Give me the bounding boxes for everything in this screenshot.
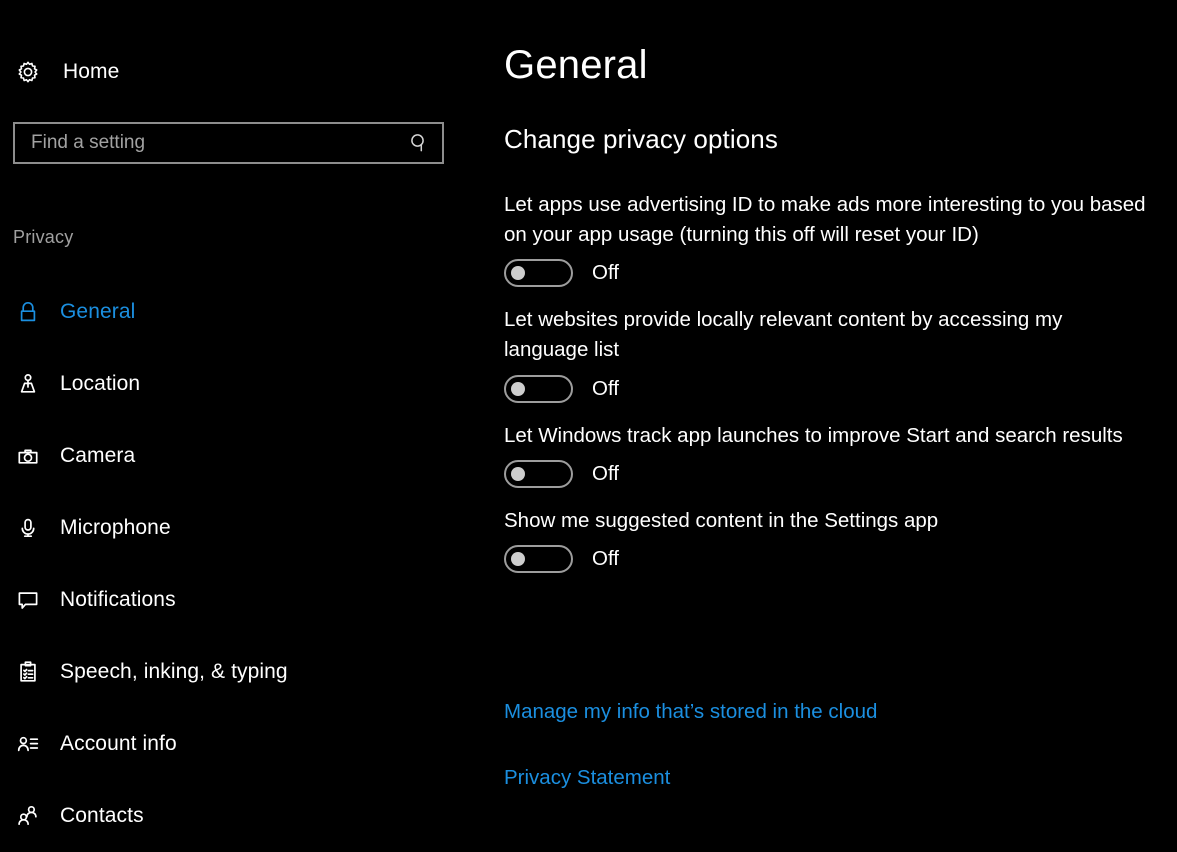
sidebar-item-location[interactable]: Location: [0, 348, 470, 420]
search-icon[interactable]: [402, 132, 436, 154]
toggle-state-label: Off: [592, 377, 619, 401]
toggle-row: Off: [504, 460, 1164, 488]
speech-bubble-icon: [11, 583, 45, 617]
contacts-icon: [11, 799, 45, 833]
toggle-language-list[interactable]: [504, 375, 573, 403]
setting-label: Let Windows track app launches to improv…: [504, 421, 1149, 451]
toggle-state-label: Off: [592, 462, 619, 486]
toggle-advertising-id[interactable]: [504, 259, 573, 287]
settings-window: Home Privacy General: [0, 0, 1177, 835]
link-privacy-statement[interactable]: Privacy Statement: [504, 766, 877, 790]
page-title: General: [504, 45, 648, 85]
section-title: Change privacy options: [504, 126, 778, 152]
links-section: Manage my info that’s stored in the clou…: [504, 700, 877, 790]
sidebar-item-speech-inking-typing[interactable]: Speech, inking, & typing: [0, 636, 470, 708]
home-label: Home: [63, 60, 119, 84]
toggle-state-label: Off: [592, 261, 619, 285]
toggle-suggested-content[interactable]: [504, 545, 573, 573]
sidebar-item-general[interactable]: General: [0, 276, 470, 348]
microphone-icon: [11, 511, 45, 545]
toggle-thumb: [511, 266, 525, 280]
sidebar-item-notifications[interactable]: Notifications: [0, 564, 470, 636]
sidebar-item-label: Location: [60, 372, 140, 396]
setting-suggested-content: Show me suggested content in the Setting…: [504, 506, 1164, 573]
clipboard-icon: [11, 655, 45, 689]
toggle-row: Off: [504, 545, 1164, 573]
sidebar-item-microphone[interactable]: Microphone: [0, 492, 470, 564]
sidebar-item-home[interactable]: Home: [10, 53, 119, 91]
setting-app-launch-tracking: Let Windows track app launches to improv…: [504, 421, 1164, 488]
toggle-app-launch-tracking[interactable]: [504, 460, 573, 488]
sidebar-item-label: Speech, inking, & typing: [60, 660, 288, 684]
sidebar-item-account-info[interactable]: Account info: [0, 708, 470, 780]
sidebar-item-camera[interactable]: Camera: [0, 420, 470, 492]
lock-icon: [11, 295, 45, 329]
sidebar-item-label: Account info: [60, 732, 177, 756]
sidebar-item-label: General: [60, 300, 135, 324]
toggle-thumb: [511, 382, 525, 396]
toggle-row: Off: [504, 259, 1164, 287]
sidebar-item-contacts[interactable]: Contacts: [0, 780, 470, 852]
toggle-thumb: [511, 467, 525, 481]
sidebar-group-label: Privacy: [13, 227, 73, 248]
setting-label: Show me suggested content in the Setting…: [504, 506, 1149, 536]
sidebar-item-label: Camera: [60, 444, 135, 468]
sidebar-nav: General Location: [0, 276, 470, 852]
toggle-state-label: Off: [592, 547, 619, 571]
sidebar-item-label: Contacts: [60, 804, 144, 828]
link-manage-cloud-info[interactable]: Manage my info that’s stored in the clou…: [504, 700, 877, 724]
setting-advertising-id: Let apps use advertising ID to make ads …: [504, 190, 1164, 287]
setting-language-list: Let websites provide locally relevant co…: [504, 305, 1164, 402]
gear-icon: [13, 57, 43, 87]
main-content: General Change privacy options Let apps …: [504, 0, 1177, 835]
settings-list: Let apps use advertising ID to make ads …: [504, 190, 1164, 591]
toggle-thumb: [511, 552, 525, 566]
toggle-row: Off: [504, 375, 1164, 403]
account-info-icon: [11, 727, 45, 761]
sidebar: Home Privacy General: [0, 0, 470, 835]
camera-icon: [11, 439, 45, 473]
sidebar-item-label: Microphone: [60, 516, 171, 540]
setting-label: Let websites provide locally relevant co…: [504, 305, 1149, 365]
search-box[interactable]: [13, 122, 444, 164]
setting-label: Let apps use advertising ID to make ads …: [504, 190, 1149, 250]
search-input[interactable]: [15, 132, 402, 154]
location-icon: [11, 367, 45, 401]
sidebar-item-label: Notifications: [60, 588, 176, 612]
